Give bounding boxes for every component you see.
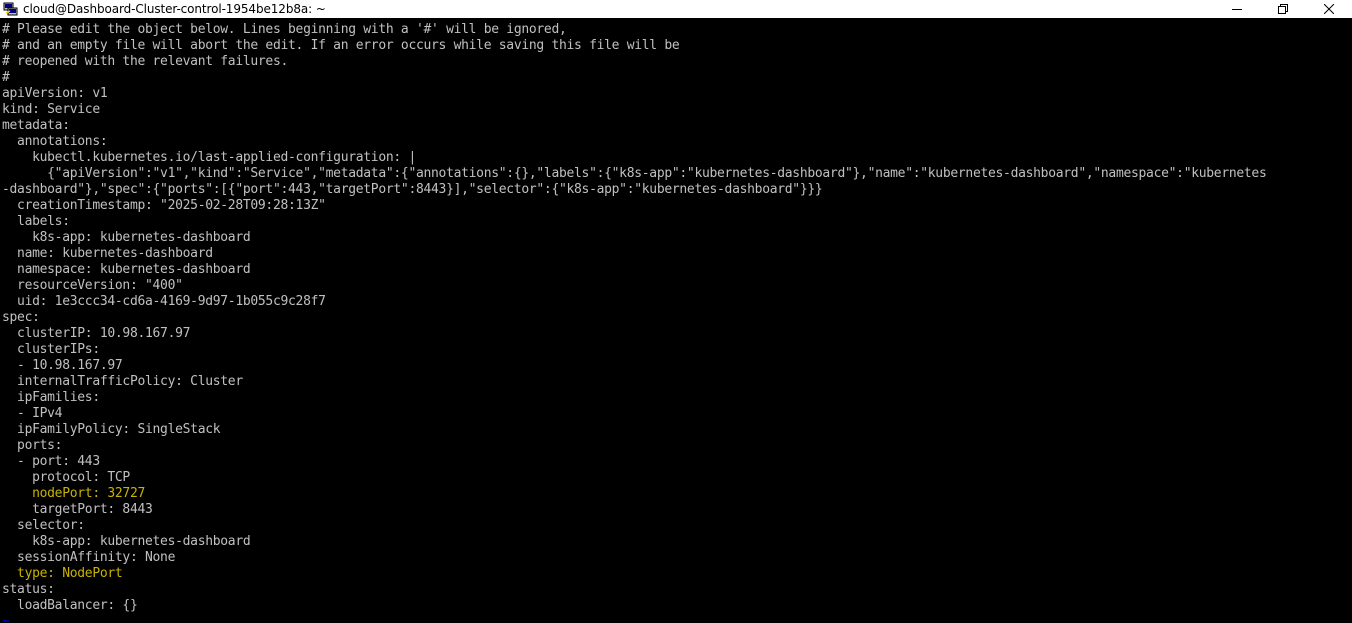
terminal-line: name: kubernetes-dashboard <box>2 246 213 261</box>
terminal-line: internalTrafficPolicy: Cluster <box>2 374 243 389</box>
terminal-line: type: NodePort <box>2 566 123 581</box>
terminal-line: ipFamilyPolicy: SingleStack <box>2 422 221 437</box>
terminal-line: kind: Service <box>2 102 100 117</box>
terminal-line: metadata: <box>2 118 70 133</box>
restore-button[interactable] <box>1260 0 1306 18</box>
terminal-line: # and an empty file will abort the edit.… <box>2 38 680 53</box>
terminal-line: creationTimestamp: "2025-02-28T09:28:13Z… <box>2 198 326 213</box>
terminal-line: # reopened with the relevant failures. <box>2 54 289 69</box>
terminal-line: - IPv4 <box>2 406 63 421</box>
putty-icon[interactable] <box>3 2 19 16</box>
close-button[interactable] <box>1306 0 1352 18</box>
title-bar[interactable]: cloud@Dashboard-Cluster-control-1954be12… <box>0 0 1352 18</box>
terminal-line: uid: 1e3ccc34-cd6a-4169-9d97-1b055c9c28f… <box>2 294 326 309</box>
terminal-line: resourceVersion: "400" <box>2 278 183 293</box>
terminal-line: spec: <box>2 310 40 325</box>
terminal-line: loadBalancer: {} <box>2 598 138 613</box>
terminal-line: apiVersion: v1 <box>2 86 108 101</box>
terminal-line: ~ <box>2 614 10 623</box>
terminal-line: namespace: kubernetes-dashboard <box>2 262 251 277</box>
terminal-line: sessionAffinity: None <box>2 550 176 565</box>
terminal-line: status: <box>2 582 55 597</box>
window-controls <box>1214 0 1352 18</box>
window-title: cloud@Dashboard-Cluster-control-1954be12… <box>23 2 326 16</box>
terminal-line: ipFamilies: <box>2 390 100 405</box>
close-icon <box>1324 4 1334 14</box>
terminal-line: k8s-app: kubernetes-dashboard <box>2 230 251 245</box>
terminal-line: - 10.98.167.97 <box>2 358 123 373</box>
terminal-line: clusterIP: 10.98.167.97 <box>2 326 191 341</box>
terminal-window: cloud@Dashboard-Cluster-control-1954be12… <box>0 0 1352 623</box>
terminal-line: selector: <box>2 518 85 533</box>
minimize-button[interactable] <box>1214 0 1260 18</box>
terminal-line: nodePort: 32727 <box>2 486 146 501</box>
terminal-line: ports: <box>2 438 63 453</box>
terminal-line: annotations: <box>2 134 108 149</box>
terminal-line: kubectl.kubernetes.io/last-applied-confi… <box>2 150 416 165</box>
terminal-line: # <box>2 70 10 85</box>
minimize-icon <box>1232 9 1242 10</box>
terminal-line: k8s-app: kubernetes-dashboard <box>2 534 251 549</box>
terminal-line: - port: 443 <box>2 454 100 469</box>
terminal-line: -dashboard"},"spec":{"ports":[{"port":44… <box>2 182 823 197</box>
terminal-line: labels: <box>2 214 70 229</box>
terminal-line: targetPort: 8443 <box>2 502 153 517</box>
terminal-line: # Please edit the object below. Lines be… <box>2 22 567 37</box>
terminal-line: protocol: TCP <box>2 470 130 485</box>
terminal-line: clusterIPs: <box>2 342 100 357</box>
terminal-line: {"apiVersion":"v1","kind":"Service","met… <box>2 166 1267 181</box>
terminal-output[interactable]: # Please edit the object below. Lines be… <box>2 22 1352 623</box>
restore-icon <box>1278 4 1288 14</box>
